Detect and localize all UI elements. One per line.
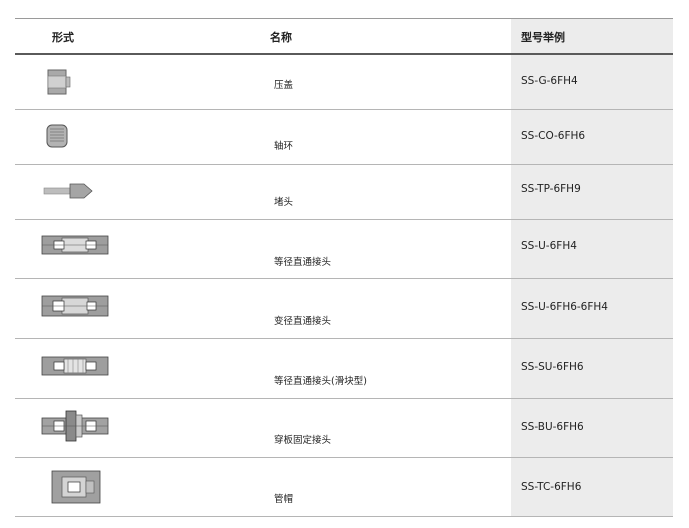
table-header: 形式 名称 型号举例 xyxy=(15,18,673,55)
reducing-union-icon xyxy=(40,293,110,319)
row-name: 管帽 xyxy=(274,494,294,505)
collar-icon xyxy=(40,122,74,150)
table-row: 穿板固定接头 SS-BU-6FH6 xyxy=(15,399,673,458)
table-row: 堵头 SS-TP-6FH9 xyxy=(15,165,673,220)
bulkhead-union-icon xyxy=(40,409,110,443)
row-name: 压盖 xyxy=(274,80,294,91)
row-name: 等径直通接头(滑块型) xyxy=(274,376,367,387)
cap-nut-icon xyxy=(40,68,74,96)
row-name: 堵头 xyxy=(274,197,294,208)
plug-icon xyxy=(40,181,100,201)
row-model: SS-SU-6FH6 xyxy=(521,361,584,373)
table-row: 轴环 SS-CO-6FH6 xyxy=(15,110,673,165)
slip-union-icon xyxy=(40,353,110,379)
row-name: 穿板固定接头 xyxy=(274,435,332,446)
row-name: 轴环 xyxy=(274,141,294,152)
row-name: 等径直通接头 xyxy=(274,257,332,268)
header-form: 形式 xyxy=(52,31,74,44)
fittings-table: 形式 名称 型号举例 压盖 SS-G-6FH4 轴环 SS-CO-6FH6 堵头… xyxy=(15,18,673,517)
row-model: SS-BU-6FH6 xyxy=(521,421,584,433)
row-model: SS-CO-6FH6 xyxy=(521,130,586,142)
row-model: SS-U-6FH6-6FH4 xyxy=(521,301,608,313)
row-name: 变径直通接头 xyxy=(274,316,332,327)
header-model: 型号举例 xyxy=(521,31,565,44)
table-row: 变径直通接头 SS-U-6FH6-6FH4 xyxy=(15,279,673,339)
tube-cap-icon xyxy=(40,469,110,505)
row-model: SS-TC-6FH6 xyxy=(521,481,582,493)
row-model: SS-TP-6FH9 xyxy=(521,183,581,195)
row-model: SS-U-6FH4 xyxy=(521,240,577,252)
table-row: 压盖 SS-G-6FH4 xyxy=(15,55,673,110)
table-row: 等径直通接头 SS-U-6FH4 xyxy=(15,220,673,279)
header-name: 名称 xyxy=(270,31,292,44)
union-icon xyxy=(40,232,110,258)
row-model: SS-G-6FH4 xyxy=(521,75,578,87)
table-row: 等径直通接头(滑块型) SS-SU-6FH6 xyxy=(15,339,673,399)
table-row: 管帽 SS-TC-6FH6 xyxy=(15,458,673,517)
